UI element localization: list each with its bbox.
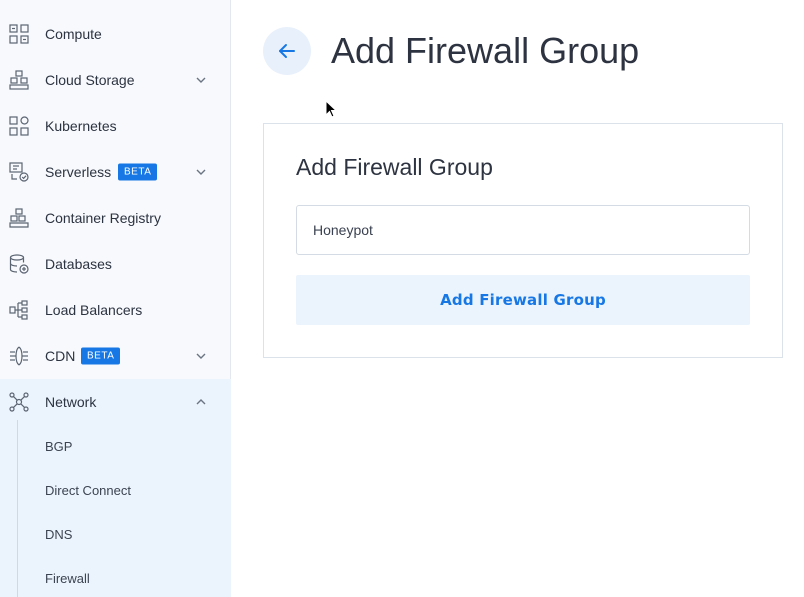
card-title: Add Firewall Group (296, 154, 493, 180)
cdn-icon (8, 345, 30, 367)
chevron-down-icon[interactable] (195, 350, 207, 362)
sidebar-subitem-firewall[interactable]: Firewall (45, 571, 90, 586)
sidebar-item-kubernetes[interactable]: Kubernetes (0, 103, 231, 149)
arrow-left-icon (279, 44, 295, 58)
sidebar-item-label: Kubernetes (45, 118, 117, 134)
sidebar-item-cloud-storage[interactable]: Cloud Storage (0, 57, 231, 103)
add-firewall-group-button[interactable]: Add Firewall Group (296, 275, 750, 325)
sidebar-item-network[interactable]: Network (0, 379, 231, 425)
network-icon (8, 391, 30, 413)
chevron-down-icon[interactable] (195, 166, 207, 178)
chevron-up-icon[interactable] (195, 396, 207, 408)
load-balancers-icon (8, 299, 30, 321)
kubernetes-icon (8, 115, 30, 137)
sidebar-item-label: Compute (45, 26, 102, 42)
sidebar-item-label: Network (45, 394, 97, 410)
serverless-icon (8, 161, 30, 183)
cloud-storage-icon (8, 69, 30, 91)
sidebar-item-label: Load Balancers (45, 302, 143, 318)
sidebar-item-label: Cloud Storage (45, 72, 135, 88)
sidebar-item-container-registry[interactable]: Container Registry (0, 195, 231, 241)
sidebar-item-compute[interactable]: Compute (0, 11, 231, 57)
sidebar-item-label: Container Registry (45, 210, 161, 226)
sidebar-item-label: CDN (45, 348, 76, 364)
beta-badge: BETA (81, 347, 121, 365)
page-title: Add Firewall Group (331, 30, 640, 71)
sidebar-item-load-balancers[interactable]: Load Balancers (0, 287, 231, 333)
beta-badge: BETA (118, 163, 158, 181)
sidebar-item-serverless[interactable]: Serverless BETA (0, 149, 231, 195)
sidebar-subitem-bgp[interactable]: BGP (45, 439, 72, 454)
sidebar-subitem-direct-connect[interactable]: Direct Connect (45, 483, 131, 498)
chevron-down-icon[interactable] (195, 74, 207, 86)
submenu-guide-line (17, 420, 18, 597)
back-button[interactable] (263, 27, 311, 75)
sidebar-item-databases[interactable]: Databases (0, 241, 231, 287)
sidebar-subitem-dns[interactable]: DNS (45, 527, 72, 542)
sidebar: Compute Cloud Storage Kubernetes Serverl… (0, 0, 231, 597)
databases-icon (8, 253, 30, 275)
container-registry-icon (8, 207, 30, 229)
firewall-group-description-input[interactable] (296, 205, 750, 255)
sidebar-item-label: Databases (45, 256, 112, 272)
compute-icon (8, 23, 30, 45)
sidebar-item-label: Serverless (45, 164, 112, 180)
mouse-cursor-icon (325, 100, 337, 118)
sidebar-item-cdn[interactable]: CDN BETA (0, 333, 231, 379)
